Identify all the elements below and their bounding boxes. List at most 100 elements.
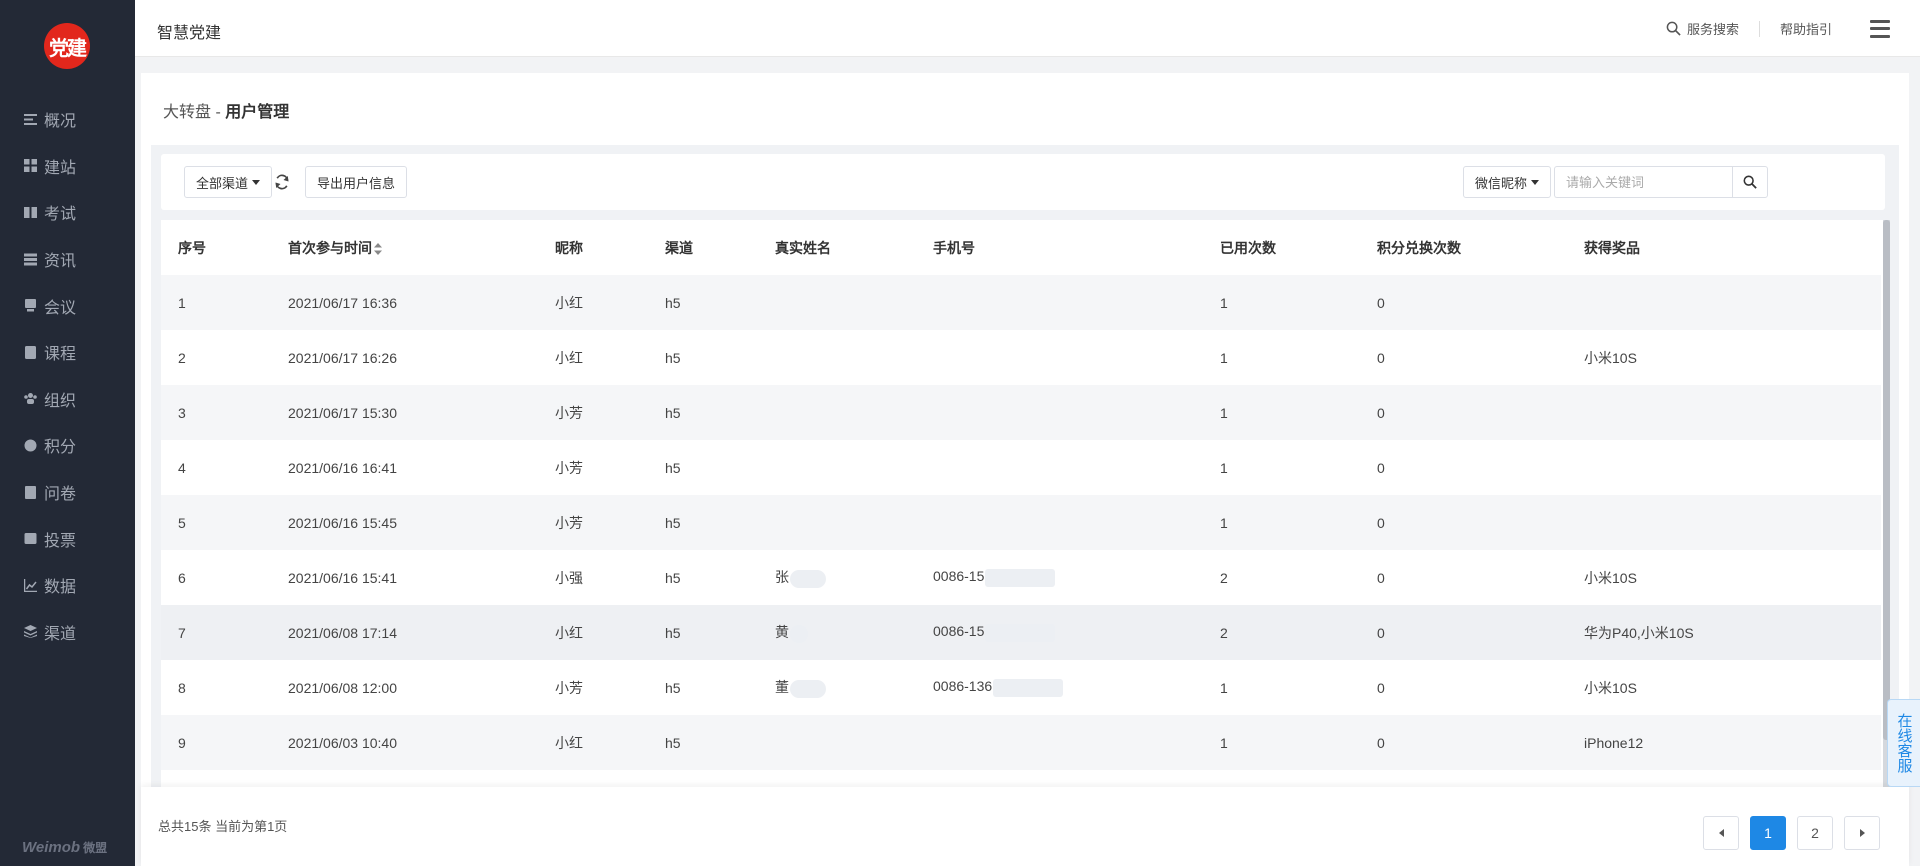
- cell-prize: [1567, 495, 1881, 550]
- service-search-link[interactable]: 服务搜索: [1666, 19, 1739, 38]
- user-table: 序号 首次参与时间 昵称 渠道 真实姓名 手机号 已用次数 积分兑换次数 获得奖…: [161, 220, 1890, 860]
- sidebar-item-exam[interactable]: 考试: [0, 189, 135, 236]
- cell-exchange-count: 0: [1360, 550, 1567, 605]
- prev-page-button[interactable]: [1703, 816, 1739, 850]
- cell-no: 6: [161, 550, 271, 605]
- cell-no: 4: [161, 440, 271, 495]
- sidebar-item-organization[interactable]: 组织: [0, 376, 135, 423]
- search-icon: [1743, 175, 1757, 189]
- cell-real-name: 黄: [758, 605, 916, 660]
- scrollbar-thumb[interactable]: [1883, 220, 1890, 740]
- cell-channel: h5: [648, 330, 758, 385]
- sidebar-item-news[interactable]: 资讯: [0, 236, 135, 283]
- cell-phone: 0086-15: [916, 605, 1203, 660]
- cell-phone: [916, 330, 1203, 385]
- next-page-button[interactable]: [1844, 816, 1880, 850]
- party-logo[interactable]: 党建: [44, 23, 90, 69]
- search-field-select[interactable]: 微信昵称: [1463, 166, 1552, 198]
- meeting-icon: [25, 299, 36, 312]
- cell-phone: 0086-136: [916, 660, 1203, 715]
- cell-time: 2021/06/16 15:45: [271, 495, 538, 550]
- channel-select[interactable]: 全部渠道: [184, 166, 273, 198]
- sidebar-item-label: 概况: [44, 113, 77, 131]
- cell-no: 2: [161, 330, 271, 385]
- phone-text: 0086-136: [933, 678, 993, 695]
- cell-prize: iPhone12: [1567, 715, 1881, 770]
- redacted-mask: [985, 568, 1056, 587]
- keyword-search-input[interactable]: [1554, 166, 1732, 198]
- search-field-value: 微信昵称: [1475, 175, 1528, 191]
- chevron-right-icon: [1859, 829, 1865, 837]
- vote-icon: [24, 533, 37, 545]
- breadcrumb-current: 用户管理: [225, 104, 290, 121]
- cell-nickname: 小芳: [538, 660, 648, 715]
- redacted-mask: [790, 679, 826, 698]
- cell-channel: h5: [648, 385, 758, 440]
- page-button-2[interactable]: 2: [1797, 816, 1833, 850]
- cell-nickname: 小芳: [538, 495, 648, 550]
- cell-phone: 0086-15: [916, 550, 1203, 605]
- cell-no: 8: [161, 660, 271, 715]
- table-row: 8 2021/06/08 12:00 小芳 h5 董 0086-136 1 0 …: [161, 660, 1881, 715]
- column-header-exchange-count: 积分兑换次数: [1360, 220, 1567, 275]
- sidebar: 党建 概况 建站 考试 资讯 会议 课程 组织 积分 问卷 投票 数据 渠道 W…: [0, 0, 135, 866]
- export-users-button[interactable]: 导出用户信息: [305, 166, 408, 198]
- cell-time: 2021/06/17 16:36: [271, 275, 538, 330]
- column-header-time[interactable]: 首次参与时间: [271, 220, 538, 275]
- sidebar-item-site[interactable]: 建站: [0, 143, 135, 190]
- sidebar-item-points[interactable]: 积分: [0, 422, 135, 469]
- page-button-1[interactable]: 1: [1750, 816, 1786, 850]
- sidebar-item-label: 课程: [44, 346, 77, 364]
- survey-icon: [25, 485, 36, 499]
- table-row: 2 2021/06/17 16:26 小红 h5 1 0 小米10S: [161, 330, 1881, 385]
- table-row: 9 2021/06/03 10:40 小红 h5 1 0 iPhone12: [161, 715, 1881, 770]
- sidebar-item-course[interactable]: 课程: [0, 329, 135, 376]
- sidebar-item-data[interactable]: 数据: [0, 562, 135, 609]
- refresh-icon[interactable]: [274, 174, 290, 190]
- column-header-used-count: 已用次数: [1203, 220, 1360, 275]
- cell-time: 2021/06/16 15:41: [271, 550, 538, 605]
- online-service-label: 在线客服: [1895, 713, 1913, 773]
- column-header-no: 序号: [161, 220, 271, 275]
- cell-channel: h5: [648, 440, 758, 495]
- cell-used-count: 1: [1203, 385, 1360, 440]
- cell-real-name: 董: [758, 660, 916, 715]
- redacted-mask: [993, 678, 1064, 697]
- real-name-text: 张: [775, 569, 789, 586]
- sidebar-item-vote[interactable]: 投票: [0, 515, 135, 562]
- sort-icon[interactable]: [374, 242, 382, 255]
- online-service-button[interactable]: 在线客服: [1887, 699, 1920, 787]
- cell-nickname: 小强: [538, 550, 648, 605]
- table-row: 5 2021/06/16 15:45 小芳 h5 1 0: [161, 495, 1881, 550]
- pagination-summary: 总共15条 当前为第1页: [158, 819, 288, 834]
- toolbar: 全部渠道 导出用户信息 微信昵称: [161, 154, 1885, 210]
- sidebar-item-meeting[interactable]: 会议: [0, 282, 135, 329]
- breadcrumb: 大转盘 - 用户管理: [163, 98, 289, 122]
- sidebar-item-label: 组织: [44, 392, 77, 410]
- sidebar-item-channel[interactable]: 渠道: [0, 609, 135, 656]
- search-button[interactable]: [1732, 166, 1768, 198]
- help-guide-link[interactable]: 帮助指引: [1780, 19, 1832, 38]
- sidebar-item-label: 考试: [44, 206, 77, 224]
- cell-no: 9: [161, 715, 271, 770]
- cell-real-name: [758, 275, 916, 330]
- course-icon: [25, 345, 36, 359]
- cell-no: 3: [161, 385, 271, 440]
- top-bar: 智慧党建 服务搜索 帮助指引: [135, 0, 1920, 57]
- breadcrumb-parent[interactable]: 大转盘: [163, 104, 211, 121]
- cell-used-count: 1: [1203, 495, 1360, 550]
- cell-exchange-count: 0: [1360, 495, 1567, 550]
- cell-time: 2021/06/16 16:41: [271, 440, 538, 495]
- search-icon: [1666, 21, 1681, 36]
- sidebar-item-overview[interactable]: 概况: [0, 96, 135, 143]
- hamburger-menu-icon[interactable]: [1870, 19, 1890, 38]
- sidebar-item-survey[interactable]: 问卷: [0, 469, 135, 516]
- top-actions: 服务搜索 帮助指引: [1666, 0, 1920, 57]
- cell-used-count: 1: [1203, 275, 1360, 330]
- cell-phone: [916, 715, 1203, 770]
- cell-used-count: 2: [1203, 605, 1360, 660]
- cell-channel: h5: [648, 605, 758, 660]
- weimob-logo: Weimob 微盟: [22, 839, 108, 856]
- cell-used-count: 1: [1203, 440, 1360, 495]
- cell-exchange-count: 0: [1360, 385, 1567, 440]
